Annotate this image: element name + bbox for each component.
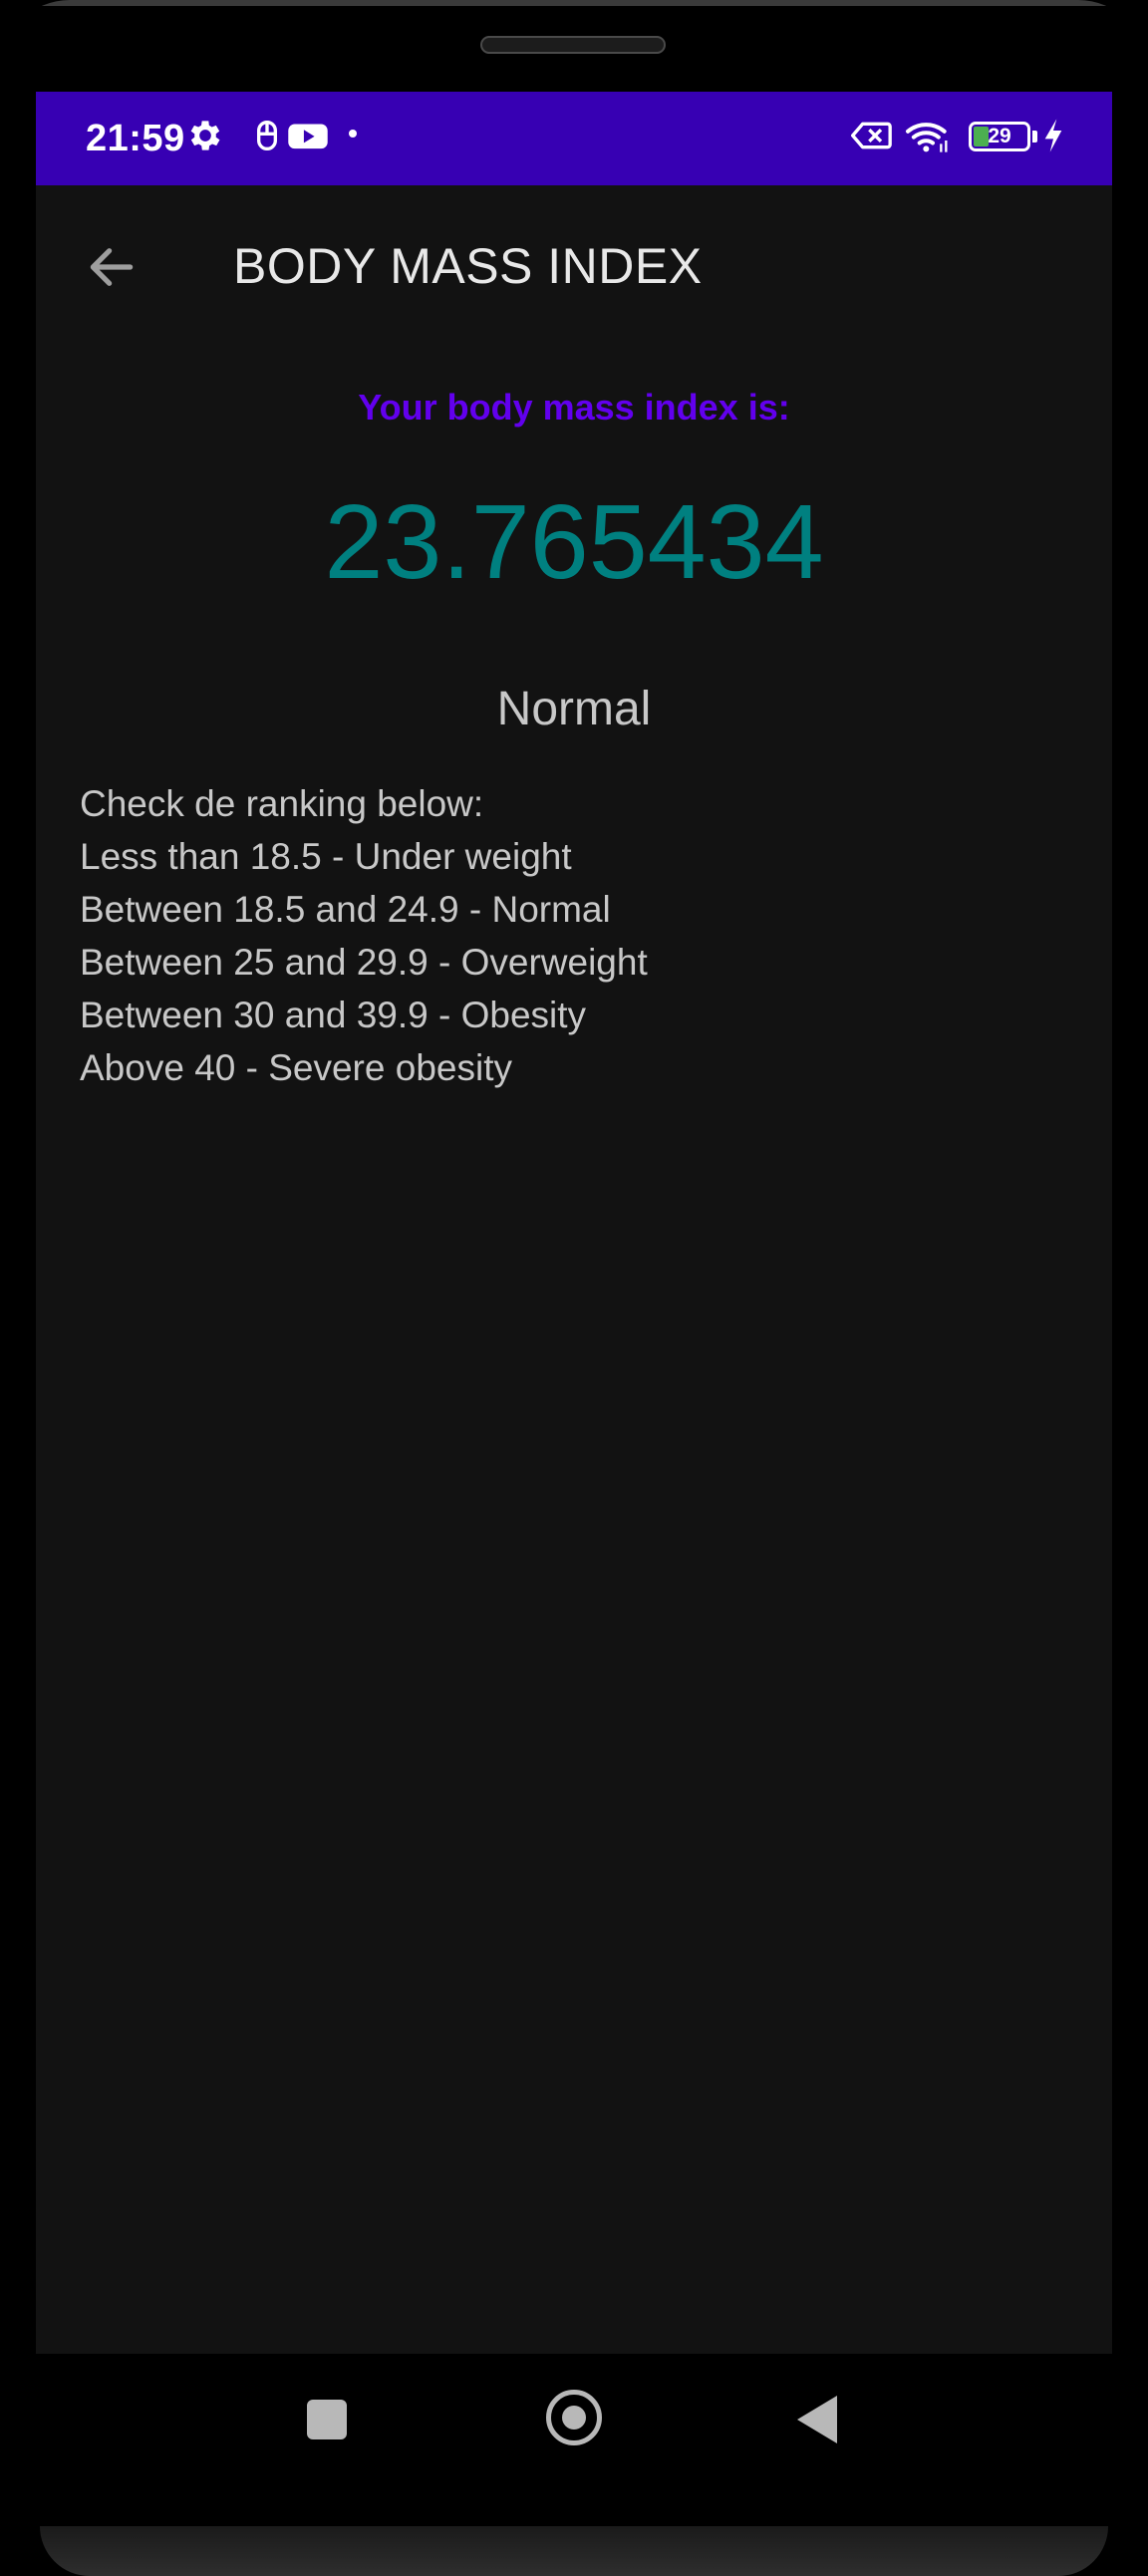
app-bar: BODY MASS INDEX: [36, 185, 1112, 347]
wifi-icon: [903, 116, 953, 155]
back-button[interactable]: [72, 227, 151, 307]
recents-square-icon[interactable]: [307, 2400, 347, 2439]
ranking-line: Less than 18.5 - Under weight: [80, 836, 572, 877]
gear-icon: [185, 116, 225, 155]
device-top-edge: [10, 0, 1138, 18]
back-triangle-icon[interactable]: [797, 2396, 837, 2443]
notification-dot: [349, 130, 357, 138]
page-title: BODY MASS INDEX: [233, 238, 703, 294]
earpiece-speaker: [480, 36, 666, 54]
ranking-line: Between 30 and 39.9 - Obesity: [80, 995, 587, 1035]
bmi-value: 23.765434: [324, 483, 824, 601]
charging-icon: [1040, 116, 1066, 155]
ranking-heading: Check de ranking below:: [80, 783, 484, 824]
battery-cap: [1032, 131, 1037, 143]
status-time: 21:59: [86, 118, 185, 159]
no-sim-icon: [849, 116, 893, 155]
ranking-line: Between 18.5 and 24.9 - Normal: [80, 889, 611, 930]
home-circle-icon[interactable]: [546, 2390, 602, 2445]
result-subtitle: Your body mass index is:: [358, 387, 790, 428]
ranking-list: Check de ranking below: Less than 18.5 -…: [80, 777, 648, 1094]
app-notification-icon: [247, 116, 287, 155]
bmi-classification: Normal: [496, 683, 652, 735]
device-bottom-edge: [40, 2526, 1108, 2576]
phone-screen: 21:59 29 BODY MASS INDEX Your body mass …: [36, 92, 1112, 2354]
battery-level-text: 29: [988, 125, 1011, 147]
ranking-line: Above 40 - Severe obesity: [80, 1047, 512, 1088]
home-circle-inner: [562, 2406, 586, 2430]
status-bar: 21:59 29: [36, 92, 1112, 185]
system-nav-bar: [0, 2354, 1148, 2513]
phone-device: 21:59 29 BODY MASS INDEX Your body mass …: [0, 0, 1148, 2576]
youtube-icon: [285, 116, 331, 155]
ranking-line: Between 25 and 29.9 - Overweight: [80, 942, 648, 983]
arrow-back-icon: [90, 248, 134, 286]
